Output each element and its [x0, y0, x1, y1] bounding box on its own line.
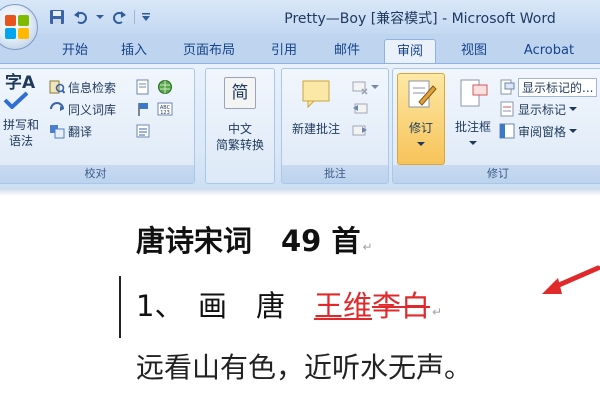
svg-text:123: 123 [160, 110, 170, 116]
chevron-down-icon [569, 107, 578, 111]
previous-comment-button[interactable] [352, 99, 368, 119]
spelling-icon-text: 字A [5, 73, 36, 93]
abc-123-icon: ABC123 [157, 102, 173, 116]
tab-acrobat[interactable]: Acrobat [514, 39, 584, 64]
ribbon: 字A 拼写和 语法 信息检索 同义词库 翻译 ABC 123 校对 简 中文 简… [0, 63, 600, 188]
show-markup-button[interactable]: 显示标记 [499, 99, 578, 119]
reviewing-pane-label: 审阅窗格 [518, 124, 567, 139]
inserted-text[interactable]: 王维 [314, 289, 372, 323]
display-review-icon [500, 79, 515, 95]
thesaurus-label: 同义词库 [68, 102, 117, 117]
new-comment-button[interactable]: 新建批注 [284, 77, 348, 137]
window-title: Pretty—Boy [兼容模式] - Microsoft Word [284, 11, 556, 27]
chinese-conversion-button[interactable]: 简 中文 简繁转换 [206, 77, 274, 153]
language-button[interactable] [157, 77, 173, 97]
show-markup-icon [500, 101, 514, 117]
tab-home[interactable]: 开始 [55, 39, 95, 64]
poem-title-prefix: 1、 画 唐 [136, 289, 314, 323]
tab-insert[interactable]: 插入 [112, 39, 156, 64]
tab-page-layout[interactable]: 页面布局 [174, 39, 244, 64]
research-icon [49, 80, 65, 94]
chevron-down-icon[interactable] [96, 8, 104, 26]
paragraph-mark: ↵ [431, 305, 443, 319]
tab-view[interactable]: 视图 [450, 39, 498, 64]
chevron-down-icon [371, 85, 379, 89]
new-comment-label: 新建批注 [291, 122, 340, 136]
set-language-button[interactable] [135, 99, 151, 119]
thesaurus-button[interactable]: 同义词库 [49, 99, 116, 119]
research-button[interactable]: 信息检索 [49, 77, 116, 97]
thesaurus-icon [50, 102, 64, 111]
chevron-down-icon [569, 129, 578, 133]
red-arrow-icon [542, 265, 600, 294]
track-changes-icon [408, 80, 437, 108]
spelling-grammar-button[interactable]: 字A 拼写和 语法 [0, 75, 43, 149]
next-comment-icon [352, 125, 367, 136]
display-for-review-dropdown[interactable]: 显示标记的... [499, 77, 598, 97]
quick-access-toolbar [42, 7, 167, 27]
chevron-down-icon [417, 142, 425, 146]
simplified-traditional-icon: 简 [224, 77, 256, 109]
redo-icon[interactable] [110, 8, 128, 26]
doc-poem-line: 远看山有色，近听水无声。 [136, 346, 472, 386]
translate-label: 翻译 [68, 124, 93, 139]
save-icon[interactable] [48, 8, 66, 26]
tracking-group-label: 修订 [393, 165, 600, 183]
undo-icon[interactable] [72, 8, 90, 26]
show-markup-final-label: 显示标记的... [518, 77, 598, 97]
office-logo-icon [5, 15, 29, 39]
protect-button[interactable] [135, 121, 151, 141]
ribbon-tabs: 开始 插入 页面布局 引用 邮件 审阅 视图 Acrobat [0, 34, 600, 64]
change-bar [119, 276, 121, 338]
paragraph-mark: ↵ [362, 240, 373, 254]
doc-poem-title-line: 1、 画 唐 王维李白 ↵ [136, 283, 442, 325]
spelling-grammar-label: 拼写和 语法 [2, 118, 39, 148]
doc-heading: 唐诗宋词 49 首 ↵ [136, 218, 373, 260]
reviewing-pane-icon [499, 123, 515, 139]
next-comment-button[interactable] [352, 121, 368, 141]
checkmark-icon [3, 91, 29, 109]
chinese-conversion-group: 简 中文 简繁转换 [205, 68, 275, 184]
previous-comment-icon [353, 103, 368, 114]
reviewing-pane-button[interactable]: 审阅窗格 [499, 121, 578, 141]
word-count-icon [136, 79, 149, 95]
qat-divider [134, 10, 135, 24]
new-comment-icon [302, 80, 330, 109]
heading-text: 唐诗宋词 49 首 [136, 224, 361, 258]
tab-references[interactable]: 引用 [262, 39, 306, 64]
deleted-text[interactable]: 李白 [372, 289, 430, 323]
tracking-group: 修订 批注框 显示标记的... 显示标记 审阅窗格 修订 [392, 68, 600, 184]
customize-icon[interactable] [141, 8, 151, 26]
tab-review[interactable]: 审阅 [384, 39, 436, 64]
comments-group-label: 批注 [282, 165, 388, 183]
title-bar: Pretty—Boy [兼容模式] - Microsoft Word [0, 0, 600, 50]
proofing-group: 字A 拼写和 语法 信息检索 同义词库 翻译 ABC 123 校对 [0, 68, 195, 184]
word-count-button[interactable] [135, 77, 151, 97]
abc-check-button[interactable]: ABC 123 [157, 99, 173, 119]
tab-mailings[interactable]: 邮件 [324, 39, 370, 64]
chevron-down-icon [469, 141, 477, 145]
proofing-group-label: 校对 [0, 165, 194, 183]
translate-button[interactable]: 翻译 [49, 121, 92, 141]
balloons-icon [460, 79, 488, 107]
document-lines-icon [136, 124, 150, 138]
translate-icon [50, 125, 65, 139]
language-flag-icon [138, 103, 148, 116]
balloons-button[interactable]: 批注框 [449, 77, 497, 151]
show-markup-label: 显示标记 [518, 102, 567, 117]
ruler-shadow [0, 188, 600, 196]
research-label: 信息检索 [68, 80, 117, 95]
balloons-label: 批注框 [454, 120, 491, 134]
globe-icon [158, 80, 172, 94]
poem-line-text: 远看山有色，近听水无声。 [136, 351, 473, 384]
track-changes-button[interactable]: 修订 [397, 73, 445, 165]
document-area[interactable]: 唐诗宋词 49 首 ↵ 1、 画 唐 王维李白 ↵ 远看山有色，近听水无声。 [0, 188, 600, 400]
delete-comment-icon [352, 81, 368, 95]
track-changes-label: 修订 [408, 121, 433, 135]
chinese-conversion-label: 中文 简繁转换 [215, 122, 264, 152]
delete-comment-button[interactable] [352, 77, 379, 97]
comments-group: 新建批注 批注 [281, 68, 389, 184]
